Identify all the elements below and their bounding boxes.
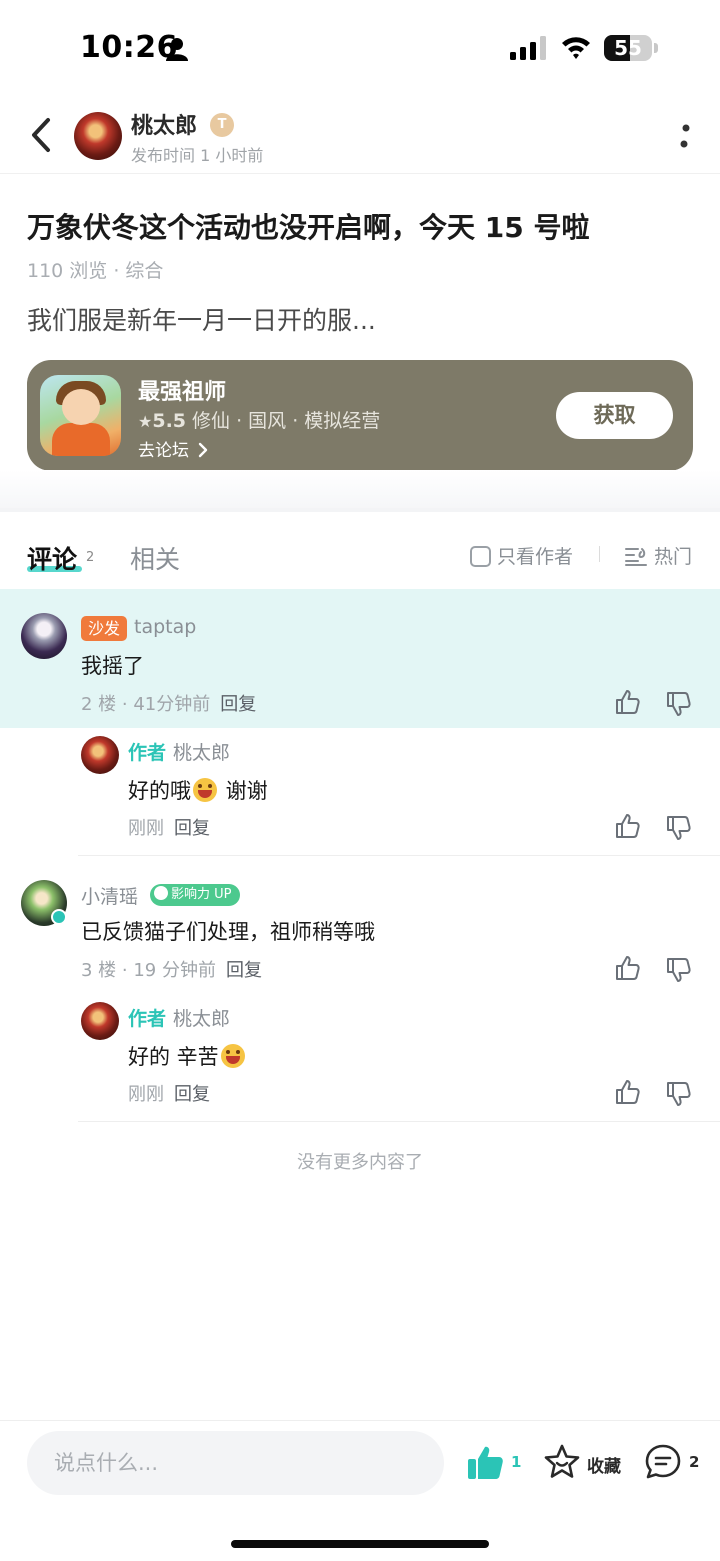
- thumbs-up-icon[interactable]: [614, 1078, 642, 1106]
- post-body: 我们服是新年一月一日开的服...: [27, 306, 376, 335]
- thumbs-up-filled-icon: [468, 1446, 503, 1479]
- author-only-label: 只看作者: [497, 546, 574, 568]
- app-name: 最强祖师: [138, 380, 227, 405]
- thumbs-down-icon[interactable]: [665, 814, 693, 842]
- influence-badge: 影响力 UP: [150, 884, 240, 906]
- sort-hot-button[interactable]: 热门: [624, 542, 692, 569]
- thumbs-down-icon[interactable]: [665, 690, 693, 718]
- author-name[interactable]: 桃太郎: [131, 108, 197, 140]
- grin-emoji-icon: [193, 778, 217, 802]
- section-divider: [0, 508, 720, 512]
- like-count: 1: [511, 1453, 522, 1471]
- battery-tip: [654, 43, 658, 53]
- comment-input[interactable]: [27, 1431, 444, 1495]
- tab-comments[interactable]: 评论: [27, 540, 77, 576]
- status-time: 10:26: [80, 30, 178, 65]
- author-level-badge: T: [210, 113, 234, 137]
- reply-author-avatar[interactable]: [81, 1002, 119, 1040]
- battery-level: 55: [614, 36, 642, 60]
- post-fade: [0, 470, 720, 510]
- app-rating-score: 5.5: [152, 410, 187, 432]
- thumbs-up-icon[interactable]: [614, 688, 642, 716]
- comment-count: 2: [689, 1453, 700, 1471]
- reply-button[interactable]: 回复: [174, 818, 210, 839]
- reply-button[interactable]: 回复: [220, 694, 256, 715]
- commenter-name[interactable]: 小清瑶: [81, 882, 138, 909]
- reply-author-avatar[interactable]: [81, 736, 119, 774]
- reply-meta: 刚刚 回复: [128, 814, 210, 840]
- comment-floor-time: 3 楼 · 19 分钟前: [81, 960, 216, 981]
- author-only-checkbox[interactable]: [470, 546, 491, 567]
- grin-emoji-icon: [220, 1044, 245, 1068]
- thumbs-down-icon[interactable]: [665, 956, 693, 984]
- post-title: 万象伏冬这个活动也没开启啊，今天 15 号啦: [27, 211, 590, 244]
- cellular-signal-icon: [510, 36, 546, 60]
- bottom-action-bar: 1 收藏 2: [0, 1420, 720, 1561]
- reply-text: 好的哦 谢谢: [128, 775, 268, 805]
- post-header: 桃太郎 T 发布时间 1 小时前: [0, 96, 720, 174]
- reply-time: 刚刚: [128, 818, 164, 839]
- comment-floor-time: 2 楼 · 41分钟前: [81, 694, 211, 715]
- wifi-icon: [562, 37, 590, 59]
- favorite-label: 收藏: [587, 1457, 621, 1477]
- author-tag: 作者: [128, 742, 167, 764]
- app-tags: 修仙 · 国风 · 模拟经营: [186, 410, 381, 432]
- author-tag: 作者: [128, 1008, 167, 1030]
- thumbs-up-icon[interactable]: [614, 812, 642, 840]
- forum-link[interactable]: 去论坛: [138, 436, 208, 461]
- reply-text-part: 谢谢: [219, 779, 268, 803]
- verified-icon: [51, 909, 67, 925]
- comment-meta: 2 楼 · 41分钟前 回复: [81, 690, 256, 716]
- favorite-button[interactable]: 收藏: [543, 1443, 633, 1483]
- forum-link-label: 去论坛: [138, 441, 189, 461]
- home-indicator: [231, 1540, 489, 1548]
- comment-text: 已反馈猫子们处理，祖师稍等哦: [81, 920, 375, 944]
- reply-time: 刚刚: [128, 1084, 164, 1105]
- comment-text: 我摇了: [81, 654, 144, 678]
- battery-indicator: 55: [604, 35, 652, 61]
- reply-text: 好的 辛苦: [128, 1041, 247, 1071]
- reply-meta: 刚刚 回复: [128, 1080, 210, 1106]
- chevron-right-icon: [199, 442, 208, 458]
- reply-button[interactable]: 回复: [226, 960, 262, 981]
- author-avatar[interactable]: [74, 112, 122, 160]
- reply-button[interactable]: 回复: [174, 1084, 210, 1105]
- sort-hot-label: 热门: [654, 546, 693, 568]
- back-arrow-icon[interactable]: [26, 116, 54, 154]
- sofa-badge: 沙发: [81, 616, 127, 641]
- commenter-avatar[interactable]: [21, 613, 67, 659]
- get-app-button[interactable]: 获取: [556, 392, 673, 439]
- post-time: 发布时间 1 小时前: [131, 146, 264, 165]
- app-icon: [40, 375, 121, 456]
- app-card[interactable]: 最强祖师 ★5.5 修仙 · 国风 · 模拟经营 去论坛 获取: [27, 360, 693, 471]
- tab-divider: [599, 546, 600, 562]
- chat-bubble-icon: [645, 1444, 681, 1479]
- comment-divider: [78, 855, 720, 856]
- thumbs-up-icon[interactable]: [614, 954, 642, 982]
- comments-button[interactable]: 2: [644, 1443, 704, 1483]
- comment-divider: [78, 1121, 720, 1122]
- reply-author-name[interactable]: 桃太郎: [173, 738, 230, 765]
- reply-text-part: 好的 辛苦: [128, 1045, 219, 1069]
- comments-count: 2: [86, 550, 95, 565]
- commenter-name[interactable]: taptap: [134, 616, 196, 638]
- app-rating-line: ★5.5 修仙 · 国风 · 模拟经营: [138, 406, 380, 433]
- more-options-icon[interactable]: [678, 122, 692, 152]
- reply-author-name[interactable]: 桃太郎: [173, 1004, 230, 1031]
- star-icon: ★: [138, 412, 153, 431]
- comment-meta: 3 楼 · 19 分钟前 回复: [81, 956, 262, 982]
- tab-related[interactable]: 相关: [130, 540, 180, 576]
- influence-badge-label: 影响力 UP: [171, 887, 232, 902]
- reply-text-part: 好的哦: [128, 779, 191, 803]
- person-icon: [166, 38, 188, 61]
- thumbs-down-icon[interactable]: [665, 1080, 693, 1108]
- star-outline-icon: [544, 1444, 580, 1478]
- influence-icon: [154, 886, 168, 900]
- author-only-toggle[interactable]: 只看作者: [470, 542, 573, 568]
- no-more-content: 没有更多内容了: [297, 1152, 423, 1173]
- post-meta: 110 浏览 · 综合: [27, 260, 164, 282]
- status-bar: 10:26 55: [0, 0, 720, 96]
- sort-icon: [625, 548, 647, 566]
